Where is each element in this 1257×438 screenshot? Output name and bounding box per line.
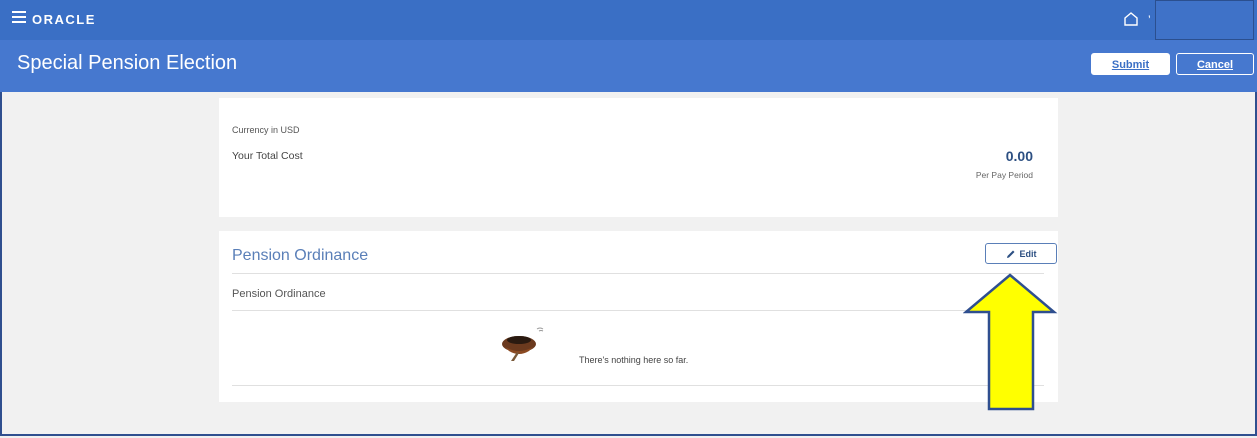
oracle-logo[interactable]: ORACLE [32,12,96,27]
pencil-icon [1006,250,1014,258]
global-header: ORACLE ’ [0,0,1257,40]
edit-label: Edit [1019,248,1037,259]
total-cost-card: Currency in USD Your Total Cost 0.00 Per… [219,98,1058,217]
total-cost-amount: 0.00 [1005,148,1033,164]
divider [232,385,1044,386]
edit-button[interactable]: Edit [985,243,1057,264]
pension-ordinance-card: Pension Ordinance Edit Pension Ordinance… [219,231,1058,402]
page-title: Special Pension Election [17,52,238,74]
currency-note: Currency in USD [232,125,300,135]
home-icon[interactable] [1124,12,1138,26]
subsection-title: Pension Ordinance [232,288,326,300]
empty-nest-icon [502,327,544,361]
section-title: Pension Ordinance [232,247,369,264]
user-initial[interactable]: ’ [1148,13,1151,27]
hamburger-icon[interactable] [12,11,26,23]
page-header: Special Pension Election Submit Cancel [0,40,1257,92]
user-menu-redacted[interactable] [1155,0,1254,40]
divider [232,273,1044,274]
pay-period-label: Per Pay Period [975,170,1033,180]
divider [232,310,1044,311]
annotation-arrow-icon [963,273,1058,411]
cancel-button[interactable]: Cancel [1176,53,1254,75]
submit-button[interactable]: Submit [1091,53,1170,75]
empty-message: There's nothing here so far. [579,355,689,365]
total-cost-label: Your Total Cost [232,150,303,162]
